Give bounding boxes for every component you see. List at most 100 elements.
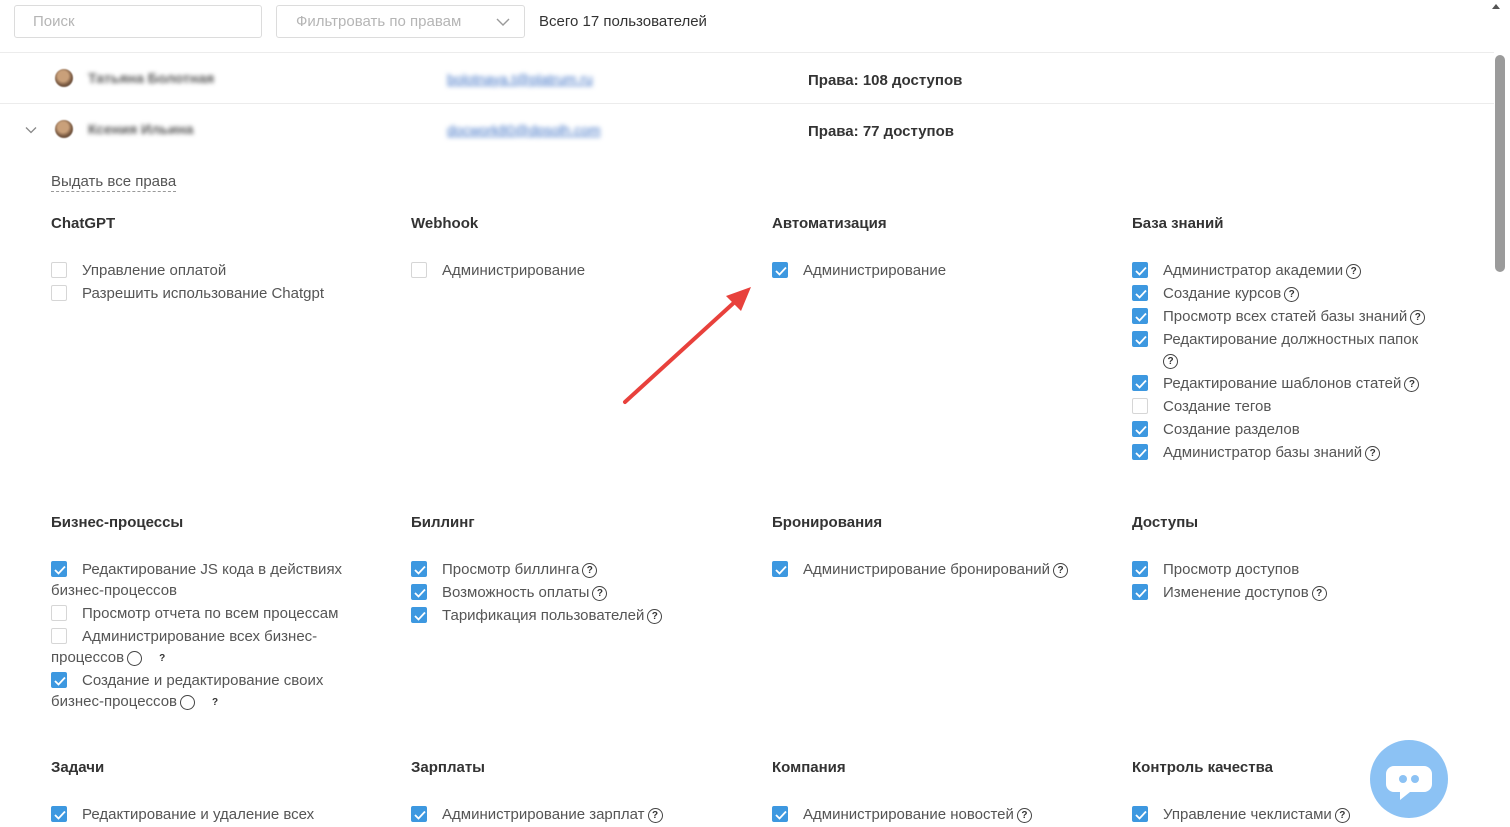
permission-item[interactable]: Просмотр доступов (1132, 559, 1462, 580)
permission-item[interactable]: Редактирование шаблонов статей? (1132, 373, 1462, 394)
grant-all-rights-link[interactable]: Выдать все права (51, 173, 177, 192)
chat-widget-button[interactable] (1370, 740, 1448, 818)
permission-item[interactable]: Изменение доступов? (1132, 582, 1462, 603)
user-row-expanded[interactable]: Ксения Ильина docwork80@dpsolh.com Права… (0, 104, 1494, 154)
permission-item[interactable]: Создание тегов (1132, 396, 1462, 417)
permission-label: Возможность оплаты (442, 584, 590, 601)
permission-checkbox[interactable] (772, 806, 788, 822)
help-icon[interactable]: ? (1365, 446, 1381, 461)
permission-checkbox[interactable] (51, 672, 67, 688)
permission-label: Редактирование должностных папок (1163, 331, 1419, 348)
help-icon[interactable]: ? (1334, 808, 1350, 823)
permission-label: Просмотр доступов (1163, 561, 1300, 578)
permission-group-title: База знаний (1132, 215, 1224, 232)
permission-item[interactable]: Управление оплатой (51, 260, 381, 281)
permission-item[interactable]: Администрирование всех бизнес-процессов? (51, 626, 381, 668)
permission-item[interactable]: Создание и редактирование своих бизнес-пр… (51, 670, 381, 712)
user-email[interactable]: bolotnaya.t@platrum.ru (447, 71, 593, 87)
permission-item[interactable]: Администрирование (772, 260, 1102, 281)
permission-label: Администрирование (442, 262, 586, 279)
permission-item[interactable]: Создание разделов (1132, 419, 1462, 440)
help-icon[interactable]: ? (592, 586, 608, 601)
permission-item[interactable]: Создание курсов? (1132, 283, 1462, 304)
help-icon[interactable]: ? (1404, 377, 1420, 392)
permission-group: Биллинг Просмотр биллинга? Возможность опл… (411, 514, 741, 628)
permission-checkbox[interactable] (51, 628, 67, 644)
permission-item[interactable]: Администрирование бронирований? (772, 559, 1102, 580)
permission-item[interactable]: Редактирование JS кода в действиях бизнес… (51, 559, 381, 601)
permission-checkbox[interactable] (1132, 375, 1148, 391)
scrollbar-thumb[interactable] (1495, 55, 1505, 272)
permission-checkbox[interactable] (1132, 262, 1148, 278)
permission-group: Задачи Редактирование и удаление всех (51, 759, 381, 827)
permission-item[interactable]: Тарификация пользователей? (411, 605, 741, 626)
help-icon[interactable]: ? (1016, 808, 1032, 823)
permission-label: Администрирование бронирований (803, 561, 1051, 578)
rights-filter-select[interactable]: Фильтровать по правам (276, 5, 525, 38)
permission-checkbox[interactable] (411, 607, 427, 623)
permission-group-title: ChatGPT (51, 215, 116, 232)
user-rights-count: Права: 77 доступов (808, 123, 955, 140)
permission-checkbox[interactable] (772, 561, 788, 577)
permission-label: Управление оплатой (82, 262, 227, 279)
permission-checkbox[interactable] (1132, 331, 1148, 347)
permission-checkbox[interactable] (411, 584, 427, 600)
permission-item[interactable]: Возможность оплаты? (411, 582, 741, 603)
permission-item[interactable]: Администрирование (411, 260, 741, 281)
permission-checkbox[interactable] (411, 561, 427, 577)
help-icon[interactable]: ? (1284, 287, 1300, 302)
permission-label: Просмотр отчета по всем процессам (82, 605, 339, 622)
permission-checkbox[interactable] (1132, 421, 1148, 437)
permission-label: Редактирование и удаление всех (82, 806, 315, 823)
user-name: Татьяна Болотная (88, 70, 215, 86)
permission-item[interactable]: Редактирование должностных папок? (1132, 329, 1462, 371)
help-icon[interactable]: ? (582, 563, 598, 578)
permission-item[interactable]: Просмотр биллинга? (411, 559, 741, 580)
permission-item[interactable]: Администрирование зарплат? (411, 804, 741, 825)
permission-group: Бизнес-процессы Редактирование JS кода в … (51, 514, 381, 714)
permission-label: Администрирование зарплат (442, 806, 645, 823)
permission-checkbox[interactable] (51, 561, 67, 577)
help-icon[interactable]: ? (647, 609, 663, 624)
search-input[interactable] (14, 5, 262, 38)
permission-checkbox[interactable] (1132, 398, 1148, 414)
permission-checkbox[interactable] (772, 262, 788, 278)
help-icon[interactable]: ? (127, 651, 165, 666)
help-icon[interactable]: ? (647, 808, 663, 823)
permission-checkbox[interactable] (1132, 308, 1148, 324)
help-icon[interactable]: ? (180, 695, 218, 710)
help-icon[interactable]: ? (1053, 563, 1069, 578)
chevron-down-icon[interactable] (25, 124, 37, 136)
help-icon[interactable]: ? (1346, 264, 1362, 279)
scroll-up-icon[interactable] (1492, 4, 1500, 9)
help-icon[interactable]: ? (1163, 354, 1178, 369)
user-name: Ксения Ильина (88, 121, 194, 137)
permission-checkbox[interactable] (1132, 806, 1148, 822)
permission-checkbox[interactable] (1132, 285, 1148, 301)
permission-item[interactable]: Разрешить использование Chatgpt (51, 283, 381, 304)
permission-label: Администрирование всех бизнес-процессов (51, 628, 318, 666)
permission-item[interactable]: Администрирование новостей? (772, 804, 1102, 825)
permission-label: Администрирование новостей (803, 806, 1014, 823)
permission-checkbox[interactable] (411, 262, 427, 278)
permission-group: База знаний Администратор академии? Создан… (1132, 215, 1462, 465)
permission-item[interactable]: Просмотр отчета по всем процессам (51, 603, 381, 624)
help-icon[interactable]: ? (1410, 310, 1426, 325)
permission-checkbox[interactable] (51, 262, 67, 278)
user-row[interactable]: Татьяна Болотная bolotnaya.t@platrum.ru … (0, 53, 1494, 104)
help-icon[interactable]: ? (1311, 586, 1327, 601)
permission-item[interactable]: Просмотр всех статей базы знаний? (1132, 306, 1462, 327)
permission-item[interactable]: Администратор базы знаний? (1132, 442, 1462, 463)
permission-checkbox[interactable] (411, 806, 427, 822)
permission-item[interactable]: Редактирование и удаление всех (51, 804, 381, 825)
permission-checkbox[interactable] (1132, 444, 1148, 460)
permission-checkbox[interactable] (51, 285, 67, 301)
permission-checkbox[interactable] (51, 806, 67, 822)
permission-checkbox[interactable] (1132, 584, 1148, 600)
user-email[interactable]: docwork80@dpsolh.com (447, 122, 601, 138)
permission-checkbox[interactable] (51, 605, 67, 621)
permission-item[interactable]: Администратор академии? (1132, 260, 1462, 281)
permission-checkbox[interactable] (1132, 561, 1148, 577)
permission-group: Автоматизация Администрирование (772, 215, 1102, 283)
avatar (55, 120, 73, 138)
